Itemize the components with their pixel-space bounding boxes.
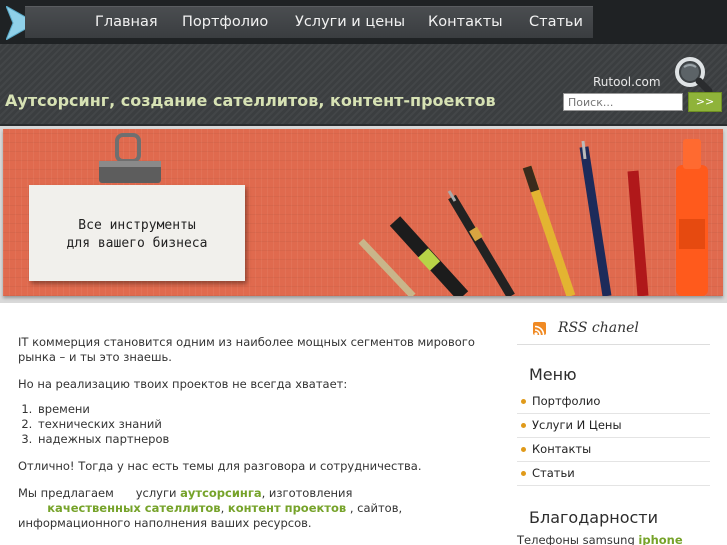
link-outsourcing[interactable]: аутсорсинга [180, 486, 261, 500]
rss-link[interactable]: RSS chanel [533, 318, 639, 338]
divider [517, 344, 710, 345]
great-paragraph: Отлично! Тогда у нас есть темы для разго… [18, 459, 422, 473]
search-input[interactable] [563, 93, 683, 111]
lack-paragraph: Но на реализацию твоих проектов не всегд… [18, 377, 348, 391]
thanks-text: Телефоны samsung iphone [517, 533, 683, 545]
binder-clip-icon [99, 133, 161, 183]
search-button[interactable]: >> [688, 92, 722, 112]
rss-label: RSS chanel [558, 320, 639, 336]
sidebar-item-contacts[interactable]: Контакты [517, 438, 710, 462]
banner-image: Все инструменты для вашего бизнеса [3, 129, 723, 296]
nav-item-services[interactable]: Услуги и цены [295, 14, 405, 30]
offer-paragraph: Мы предлагаем услуги аутсорсинга, изгото… [18, 486, 403, 530]
top-nav-bar: Главная Портфолио Услуги и цены Контакты… [0, 0, 727, 44]
list-item: технических знаний [36, 417, 476, 432]
bullet-icon [521, 471, 526, 476]
site-title: Аутсорсинг, создание сателлитов, контент… [5, 91, 496, 110]
link-satellites[interactable]: качественных сателлитов [47, 501, 220, 515]
main-content: IT коммерция становится одним из наиболе… [18, 335, 476, 543]
main-nav: Главная Портфолио Услуги и цены Контакты… [25, 6, 593, 38]
sidebar-item-portfolio[interactable]: Портфолио [517, 390, 710, 414]
intro-paragraph: IT коммерция становится одним из наиболе… [18, 335, 475, 364]
nav-item-articles[interactable]: Статьи [529, 14, 583, 30]
banner: Все инструменты для вашего бизнеса [0, 126, 727, 303]
link-content-projects[interactable]: контент проектов [228, 501, 346, 515]
site-header: Аутсорсинг, создание сателлитов, контент… [0, 44, 727, 126]
thanks-title: Благодарности [529, 508, 658, 527]
nav-item-contacts[interactable]: Контакты [428, 14, 503, 30]
banner-card: Все инструменты для вашего бизнеса [29, 185, 245, 281]
rss-icon [533, 321, 546, 336]
banner-line-1: Все инструменты [78, 218, 196, 233]
nav-item-home[interactable]: Главная [95, 14, 158, 30]
menu-title: Меню [529, 365, 577, 384]
needs-list: времени технических знаний надежных парт… [36, 402, 476, 447]
list-item: надежных партнеров [36, 432, 476, 447]
banner-line-2: для вашего бизнеса [66, 236, 208, 251]
bullet-icon [521, 399, 526, 404]
bullet-icon [521, 423, 526, 428]
sidebar-item-services[interactable]: Услуги И Цены [517, 414, 710, 438]
bullet-icon [521, 447, 526, 452]
list-item: времени [36, 402, 476, 417]
link-iphone[interactable]: iphone [638, 533, 682, 545]
sidebar-item-articles[interactable]: Статьи [517, 462, 710, 486]
brand-name: Rutool.com [593, 75, 661, 89]
nav-item-portfolio[interactable]: Портфолио [182, 14, 268, 30]
